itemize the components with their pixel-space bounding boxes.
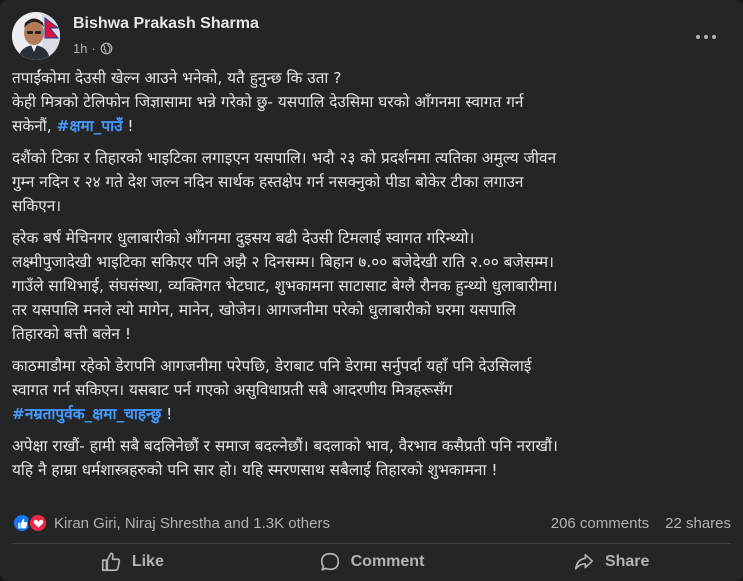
post-line: काठमाडौमा रहेकोे डेरापनि आगजनीमा परेपछि,…	[12, 354, 724, 378]
post-paragraph: काठमाडौमा रहेकोे डेरापनि आगजनीमा परेपछि,…	[12, 354, 724, 426]
post-line: यहि नै हाम्रा धर्मशास्त्रहरुको पनि सार ह…	[12, 458, 724, 482]
post-text: तपाईंकोमा देउसी खेल्न आउने भनेको, यतै हु…	[12, 66, 724, 490]
post-paragraph: दशैंको टिका र तिहारको भाइटिका लगाइएन यसप…	[12, 146, 724, 218]
post-text-segment: गुम्न नदिन र २४ गते देश जल्न नदिन सार्थक…	[12, 173, 524, 191]
post-text-segment: यहि नै हाम्रा धर्मशास्त्रहरुको पनि सार ह…	[12, 461, 498, 479]
post-text-segment: दशैंको टिका र तिहारको भाइटिका लगाइएन यसप…	[12, 149, 557, 167]
post-line: स्वागत गर्न सकिएन। यसबाट पर्न गएको असुवि…	[12, 378, 724, 402]
share-arrow-icon	[574, 553, 594, 570]
post-line: दशैंको टिका र तिहारको भाइटिका लगाइएन यसप…	[12, 146, 724, 170]
post-line: तर यसपालि मनले त्यो मागेन, मानेन, खोजेन।…	[12, 298, 724, 322]
comments-count[interactable]: 206 comments	[551, 515, 649, 532]
post-text-segment: लक्ष्मीपुजादेखी भाइटिका सकिएर पनि अझै २ …	[12, 253, 554, 271]
post-line: केही मित्रको टेलिफोन जिज्ञासामा भन्ने गर…	[12, 90, 724, 114]
post-line: गुम्न नदिन र २४ गते देश जल्न नदिन सार्थक…	[12, 170, 724, 194]
post-line: सकेनौं, #क्षमा_पाउँ !	[12, 114, 724, 138]
post-text-segment: सकिएन।	[12, 197, 62, 215]
thumbs-up-icon	[101, 552, 120, 572]
comment-bubble-icon	[320, 552, 339, 571]
post-text-segment: तिहारको बत्ती बलेन !	[12, 325, 132, 343]
post-text-segment: सकेनौं,	[12, 117, 57, 135]
post-line: हरेक बर्ष मेचिनगर धुलाबारीको आँगनमा दुइस…	[12, 226, 724, 250]
post-line: गाउँले साथिभाई, संघसंस्था, व्यक्तिगत भेट…	[12, 274, 724, 298]
post-text-segment: काठमाडौमा रहेकोे डेरापनि आगजनीमा परेपछि,…	[12, 357, 532, 375]
post-line: सकिएन।	[12, 194, 724, 218]
more-options-icon[interactable]	[691, 25, 721, 49]
engagement-stats: 206 comments 22 shares	[551, 515, 731, 532]
post-time[interactable]: 1h	[73, 41, 87, 56]
share-label: Share	[604, 553, 650, 570]
post-paragraph: तपाईंकोमा देउसी खेल्न आउने भनेको, यतै हु…	[12, 66, 724, 138]
post-line: लक्ष्मीपुजादेखी भाइटिका सकिएर पनि अझै २ …	[12, 250, 724, 274]
post-line: अपेक्षा राखौं- हामी सबै बदलिनेछौं र समाज…	[12, 434, 724, 458]
avatar-image	[12, 12, 60, 60]
post-card: Bishwa Prakash Sharma 1h · तपाईंकोमा देउ…	[0, 0, 743, 581]
post-paragraph: हरेक बर्ष मेचिनगर धुलाबारीको आँगनमा दुइस…	[12, 226, 724, 346]
comment-button[interactable]: Comment	[252, 546, 492, 578]
shares-count[interactable]: 22 shares	[665, 515, 731, 532]
like-label: Like	[131, 553, 164, 570]
action-bar: Like Comment Share	[12, 546, 731, 578]
post-text-segment: केही मित्रको टेलिफोन जिज्ञासामा भन्ने गर…	[12, 93, 524, 111]
like-button[interactable]: Like	[12, 546, 252, 578]
post-text-segment: !	[122, 117, 134, 135]
reactors-summary[interactable]: Kiran Giri, Niraj Shrestha and 1.3K othe…	[54, 515, 330, 532]
post-text-segment: हरेक बर्ष मेचिनगर धुलाबारीको आँगनमा दुइस…	[12, 229, 475, 247]
reactions-bar: Kiran Giri, Niraj Shrestha and 1.3K othe…	[12, 512, 731, 534]
divider	[12, 543, 731, 544]
post-line: तिहारको बत्ती बलेन !	[12, 322, 724, 346]
globe-icon[interactable]	[100, 42, 113, 55]
post-line: #नम्रतापुर्वक_क्षमा_चाहन्छु !	[12, 402, 724, 426]
post-text-segment: गाउँले साथिभाई, संघसंस्था, व्यक्तिगत भेट…	[12, 277, 558, 295]
author-name[interactable]: Bishwa Prakash Sharma	[73, 15, 259, 33]
post-text-segment: !	[161, 405, 173, 423]
share-button[interactable]: Share	[491, 546, 731, 578]
post-text-segment: स्वागत गर्न सकिएन। यसबाट पर्न गएको असुवि…	[12, 381, 453, 399]
post-header: Bishwa Prakash Sharma 1h ·	[12, 12, 731, 62]
comment-label: Comment	[350, 553, 425, 570]
post-text-segment: अपेक्षा राखौं- हामी सबै बदलिनेछौं र समाज…	[12, 437, 558, 455]
post-text-segment: तर यसपालि मनले त्यो मागेन, मानेन, खोजेन।…	[12, 301, 516, 319]
hashtag-link[interactable]: #क्षमा_पाउँ	[57, 117, 123, 135]
post-text-segment: तपाईंकोमा देउसी खेल्न आउने भनेको, यतै हु…	[12, 69, 342, 87]
post-meta: 1h ·	[73, 41, 113, 56]
hashtag-link[interactable]: #नम्रतापुर्वक_क्षमा_चाहन्छु	[12, 405, 161, 423]
post-paragraph: अपेक्षा राखौं- हामी सबै बदलिनेछौं र समाज…	[12, 434, 724, 482]
post-line: तपाईंकोमा देउसी खेल्न आउने भनेको, यतै हु…	[12, 66, 724, 90]
meta-separator: ·	[91, 41, 96, 56]
heart-icon[interactable]	[28, 513, 48, 533]
avatar[interactable]	[12, 12, 60, 60]
